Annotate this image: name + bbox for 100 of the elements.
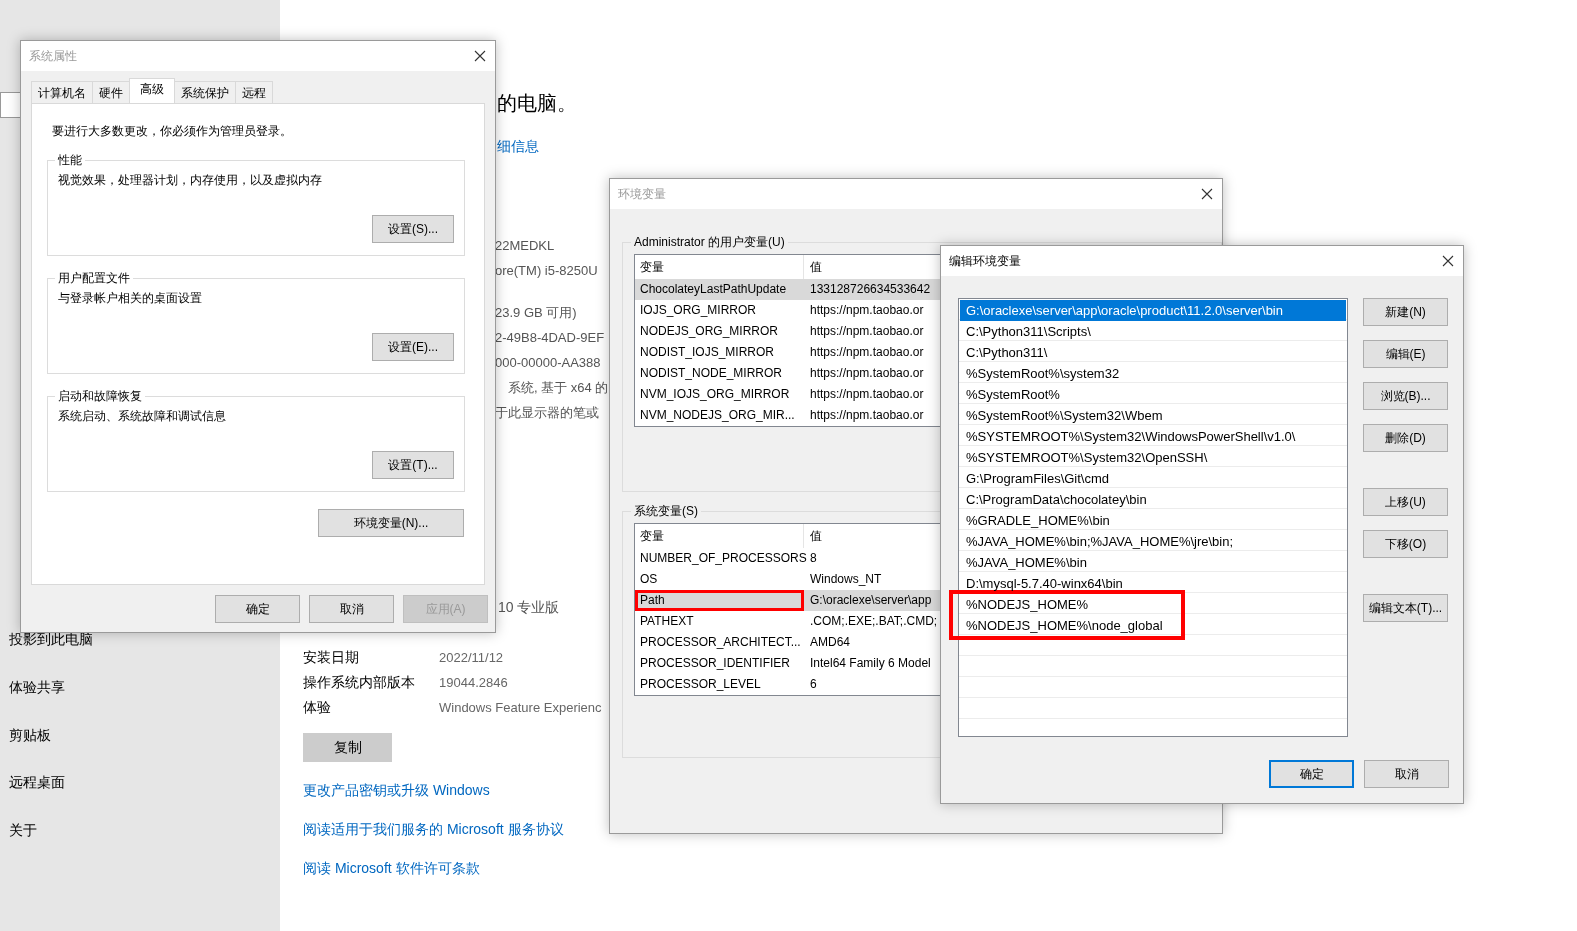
- table-cell: Path: [635, 590, 804, 611]
- spec-value: 2022/11/12: [439, 649, 504, 667]
- spec-value: Windows Feature Experienc: [439, 699, 602, 717]
- spec-label: 安装日期: [303, 648, 360, 667]
- table-cell-text: AMD64: [809, 634, 850, 651]
- link[interactable]: 阅读适用于我们服务的 Microsoft 服务协议: [303, 819, 564, 839]
- table-cell-text: NUMBER_OF_PROCESSORS: [639, 550, 804, 567]
- table-cell-text: https://npm.taobao.or: [809, 407, 924, 424]
- link[interactable]: 阅读 Microsoft 软件许可条款: [303, 858, 480, 878]
- spec-value: 23.9 GB 可用): [495, 304, 578, 322]
- spec-value: 系统, 基于 x64 的: [507, 379, 609, 397]
- group-title: 系统变量(S): [633, 504, 699, 518]
- settings-button[interactable]: 设置(S)...: [372, 215, 454, 243]
- list-item[interactable]: %NODEJS_HOME%: [960, 594, 1163, 615]
- column-header[interactable]: 变量: [635, 524, 804, 548]
- list-item[interactable]: %SystemRoot%\System32\Wbem: [960, 405, 1346, 426]
- window-title: 编辑环境变量: [949, 253, 1021, 270]
- settings-button[interactable]: 设置(E)...: [372, 333, 454, 361]
- list-item[interactable]: %JAVA_HOME%\bin: [960, 552, 1346, 573]
- nav-item[interactable]: 远程桌面: [9, 759, 280, 807]
- group-description: 与登录帐户相关的桌面设置: [58, 290, 203, 307]
- table-cell-text: Windows_NT: [809, 571, 882, 588]
- table-cell-text: https://npm.taobao.or: [809, 323, 924, 340]
- settings-button[interactable]: 设置(T)...: [372, 451, 454, 479]
- table-cell-text: .COM;.EXE;.BAT;.CMD;: [809, 613, 938, 630]
- action-button[interactable]: 浏览(B)...: [1363, 382, 1448, 410]
- table-cell-text: https://npm.taobao.or: [809, 386, 924, 403]
- table-cell-text: 8: [809, 550, 817, 567]
- spec-value: 10 专业版: [498, 598, 560, 617]
- list-item[interactable]: G:\oraclexe\server\app\oracle\product\11.2.0\server\bin: [960, 300, 1346, 321]
- table-cell-text: PROCESSOR_LEVEL: [639, 676, 762, 693]
- table-cell-text: NODIST_NODE_MIRROR: [639, 365, 783, 382]
- list-item[interactable]: %SYSTEMROOT%\System32\OpenSSH\: [960, 447, 1346, 468]
- window-title: 环境变量: [618, 186, 666, 203]
- table-cell-text: NVM_NODEJS_ORG_MIR...: [639, 407, 796, 424]
- table-cell-text: https://npm.taobao.or: [809, 365, 924, 382]
- column-header[interactable]: 值: [804, 255, 822, 279]
- list-item[interactable]: %GRADLE_HOME%\bin: [960, 510, 1346, 531]
- action-button[interactable]: 下移(O): [1363, 530, 1448, 558]
- table-cell-text: 6: [809, 676, 817, 693]
- dialog-button[interactable]: 取消: [309, 595, 394, 623]
- list-item[interactable]: %NODEJS_HOME%\node_global: [960, 615, 1163, 636]
- action-button[interactable]: 上移(U): [1363, 488, 1448, 516]
- table-cell-text: NODIST_IOJS_MIRROR: [639, 344, 775, 361]
- link[interactable]: 更改产品密钥或升级 Windows: [303, 780, 490, 800]
- tab[interactable]: 远程: [235, 81, 273, 103]
- action-button[interactable]: 编辑(E): [1363, 340, 1448, 368]
- environment-variables-button[interactable]: 环境变量(N)...: [318, 509, 464, 537]
- spec-label: 操作系统内部版本: [303, 673, 416, 692]
- list-item[interactable]: D:\mysql-5.7.40-winx64\bin: [960, 573, 1346, 594]
- spec-label: 体验: [303, 698, 332, 717]
- group-title: 用户配置文件: [57, 271, 131, 285]
- table-cell-text: https://npm.taobao.or: [809, 344, 924, 361]
- table-cell-text: G:\oraclexe\server\app: [809, 592, 932, 609]
- table-cell-text: NODEJS_ORG_MIRROR: [639, 323, 780, 340]
- dialog-button[interactable]: 确定: [1269, 760, 1354, 788]
- group-title: 启动和故障恢复: [57, 389, 143, 403]
- list-item[interactable]: G:\ProgramFiles\Git\cmd: [960, 468, 1346, 489]
- nav-item[interactable]: 体验共享: [9, 663, 280, 712]
- spec-value: ore(TM) i5-8250U: [495, 262, 599, 280]
- page-heading: 的电脑。: [497, 91, 577, 115]
- table-cell-text: PROCESSOR_IDENTIFIER: [639, 655, 792, 672]
- list-item[interactable]: C:\ProgramData\chocolatey\bin: [960, 489, 1346, 510]
- nav-item[interactable]: 关于: [9, 806, 280, 855]
- dialog-button[interactable]: 取消: [1364, 760, 1449, 788]
- list-item[interactable]: %SystemRoot%\system32: [960, 363, 1346, 384]
- table-cell-text: ChocolateyLastPathUpdate: [639, 281, 788, 298]
- list-item[interactable]: C:\Python311\Scripts\: [960, 321, 1346, 342]
- tab[interactable]: 高级: [129, 78, 175, 103]
- action-button[interactable]: 删除(D): [1363, 424, 1448, 452]
- table-cell-text: 133128726634533642: [809, 281, 931, 298]
- action-button[interactable]: 编辑文本(T)...: [1363, 594, 1448, 622]
- table-cell-text: NVM_IOJS_ORG_MIRROR: [639, 386, 791, 403]
- spec-value: 于此显示器的笔或: [495, 404, 600, 422]
- dialog-button[interactable]: 确定: [215, 595, 300, 623]
- group-description: 视觉效果，处理器计划，内存使用，以及虚拟内存: [58, 172, 323, 189]
- action-button[interactable]: 新建(N): [1363, 298, 1448, 326]
- details-link[interactable]: 细信息: [497, 137, 539, 155]
- group-title: 性能: [57, 153, 83, 167]
- nav-item[interactable]: 剪贴板: [9, 711, 280, 760]
- notice-text: 要进行大多数更改，你必须作为管理员登录。: [52, 123, 293, 140]
- table-cell-text: OS: [639, 571, 659, 588]
- table-cell-text: PATHEXT: [639, 613, 695, 630]
- group-title: Administrator 的用户变量(U): [633, 235, 786, 249]
- list-item[interactable]: C:\Python311\: [960, 342, 1346, 363]
- list-item[interactable]: %JAVA_HOME%\bin;%JAVA_HOME%\jre\bin;: [960, 531, 1346, 552]
- list-item[interactable]: %SYSTEMROOT%\System32\WindowsPowerShell\v1.0\: [960, 426, 1346, 447]
- spec-value: 000-00000-AA388: [495, 354, 602, 372]
- tab[interactable]: 计算机名: [31, 81, 93, 103]
- table-cell-text: Intel64 Family 6 Model: [809, 655, 931, 672]
- spec-value: 19044.2846: [439, 674, 508, 692]
- copy-button[interactable]: 复制: [303, 733, 392, 762]
- column-header[interactable]: 值: [804, 524, 822, 548]
- spec-value: 2-49B8-4DAD-9EF: [495, 329, 606, 347]
- table-cell-text: IOJS_ORG_MIRROR: [639, 302, 757, 319]
- window-title: 系统属性: [29, 48, 77, 65]
- spec-value: 22MEDKL: [495, 237, 556, 255]
- group-description: 系统启动、系统故障和调试信息: [58, 408, 227, 425]
- table-cell-text: PROCESSOR_ARCHITECT...: [639, 634, 802, 651]
- list-item[interactable]: %SystemRoot%: [960, 384, 1346, 405]
